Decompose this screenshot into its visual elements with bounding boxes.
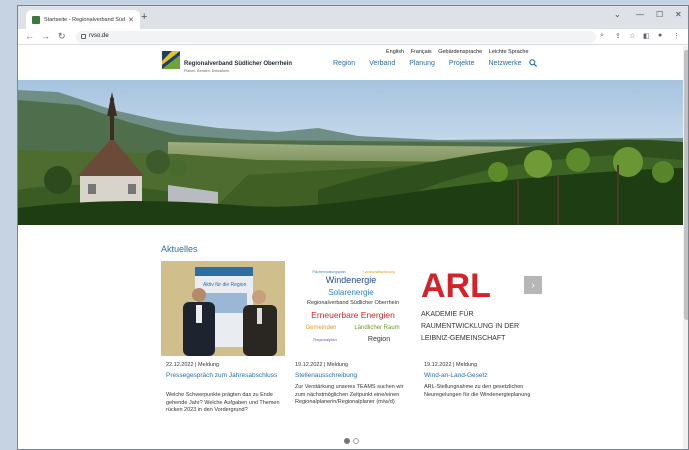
carousel-next-button[interactable]: › (524, 276, 542, 294)
site-favicon-icon (32, 15, 40, 24)
cloud-word: Landschaftsplanung (363, 270, 394, 274)
web-page: English Français Gebärdensprache Leichte… (18, 46, 688, 449)
cloud-word: Windenergie (326, 275, 377, 285)
maximize-icon[interactable]: ☐ (656, 10, 663, 19)
arl-subtitle-line: RAUMENTWICKLUNG IN DER (421, 323, 519, 330)
menu-icon[interactable]: ⋮ (673, 32, 680, 40)
back-icon[interactable]: ← (25, 31, 34, 42)
main-nav: Region Verband Planung Projekte Netzwerk… (333, 60, 534, 67)
cloud-word: Flächennutzungsplan (312, 270, 345, 274)
page-scrollbar[interactable] (683, 46, 688, 449)
news-date: 19.12.2022 | Meldung (424, 362, 478, 368)
news-image-press-photo[interactable]: Aktiv für die Region (161, 261, 285, 356)
news-date: 22.12.2022 | Meldung (166, 362, 220, 368)
news-date: 19.12.2022 | Meldung (295, 362, 349, 368)
url-text: rvso.de (89, 33, 109, 39)
arl-subtitle-line: LEIBNIZ-GEMEINSCHAFT (421, 335, 506, 342)
cloud-word: Ländlicher Raum (354, 325, 399, 331)
minimize-icon[interactable]: — (636, 10, 644, 19)
reload-icon[interactable]: ↻ (58, 31, 66, 42)
nav-item-region[interactable]: Region (333, 60, 355, 67)
rvso-logo-icon[interactable] (162, 51, 180, 69)
lang-link-english[interactable]: English (386, 49, 404, 55)
lang-link-easy-language[interactable]: Leichte Sprache (489, 49, 529, 55)
chevron-right-icon: › (531, 279, 535, 291)
banner-text: Aktiv für die Region (203, 282, 247, 288)
browser-window: Startseite - Regionalverband Südl ✕ + ⌄ … (17, 5, 689, 450)
scrollbar-thumb[interactable] (684, 50, 688, 320)
logo-name[interactable]: Regionalverband Südlicher Oberrhein (184, 61, 292, 67)
news-title-link[interactable]: Wind-an-Land-Gesetz (424, 372, 548, 380)
browser-tab[interactable]: Startseite - Regionalverband Südl ✕ (26, 10, 140, 29)
profile-icon[interactable]: ● (658, 32, 662, 39)
carousel-dot[interactable] (353, 438, 359, 444)
bookmark-star-icon[interactable]: ☆ (629, 32, 635, 40)
address-bar: ← → ↻ rvso.de ⌕ ⇪ ☆ ◧ ● ⋮ (18, 29, 688, 45)
news-teaser: ARL-Stellungnahme zu den gesetzlichen Ne… (424, 384, 531, 398)
lock-icon (81, 34, 86, 39)
news-teaser: Zur Verstärkung unseres TEAMS suchen wir… (295, 384, 404, 405)
nav-item-verband[interactable]: Verband (369, 60, 395, 67)
lang-link-sign-language[interactable]: Gebärdensprache (438, 49, 482, 55)
cloud-word: Solarenergie (328, 288, 374, 297)
language-links: English Français Gebärdensprache Leichte… (386, 49, 534, 55)
search-icon[interactable] (529, 59, 537, 67)
news-title-link[interactable]: Stellenausschreibung (295, 372, 419, 380)
close-window-icon[interactable]: ✕ (675, 10, 682, 19)
zoom-icon[interactable]: ⌕ (600, 32, 604, 40)
tab-title: Startseite - Regionalverband Südl (44, 16, 126, 23)
url-field[interactable]: rvso.de (76, 31, 596, 43)
news-image-word-cloud[interactable]: Windenergie Solarenergie Regionalverband… (291, 261, 415, 356)
cloud-word: Erneuerbare Energien (311, 310, 395, 320)
cloud-word: Regionalplan (313, 337, 336, 342)
cloud-word: Gemeinden (305, 325, 336, 331)
news-teaser: Welche Schwerpunkte prägten das zu Ende … (166, 392, 280, 413)
nav-item-planung[interactable]: Planung (409, 60, 435, 67)
tab-search-icon[interactable]: ⌄ (614, 10, 621, 19)
news-title-link[interactable]: Pressegespräch zum Jahresabschluss (166, 372, 290, 380)
arl-logo-text: ARL (421, 267, 491, 305)
section-title-news: Aktuelles (161, 244, 198, 254)
logo-tagline: Planen. Beraten. Entwickeln. (184, 69, 230, 73)
lang-link-french[interactable]: Français (411, 49, 432, 55)
forward-icon[interactable]: → (41, 31, 50, 42)
share-icon[interactable]: ⇪ (615, 32, 621, 40)
nav-item-projekte[interactable]: Projekte (449, 60, 475, 67)
cloud-word: Region (368, 336, 390, 343)
tab-bar: Startseite - Regionalverband Südl ✕ + ⌄ … (18, 6, 688, 29)
nav-item-netzwerke[interactable]: Netzwerke (488, 60, 521, 67)
new-tab-icon[interactable]: + (141, 11, 147, 23)
close-tab-icon[interactable]: ✕ (128, 16, 134, 24)
cloud-word: Regionalverband Südlicher Oberrhein (307, 300, 399, 306)
arl-subtitle-line: AKADEMIE FÜR (421, 310, 474, 318)
carousel-dot-active[interactable] (344, 438, 350, 444)
hero-landscape-image (18, 80, 683, 225)
side-panel-icon[interactable]: ◧ (643, 32, 650, 40)
